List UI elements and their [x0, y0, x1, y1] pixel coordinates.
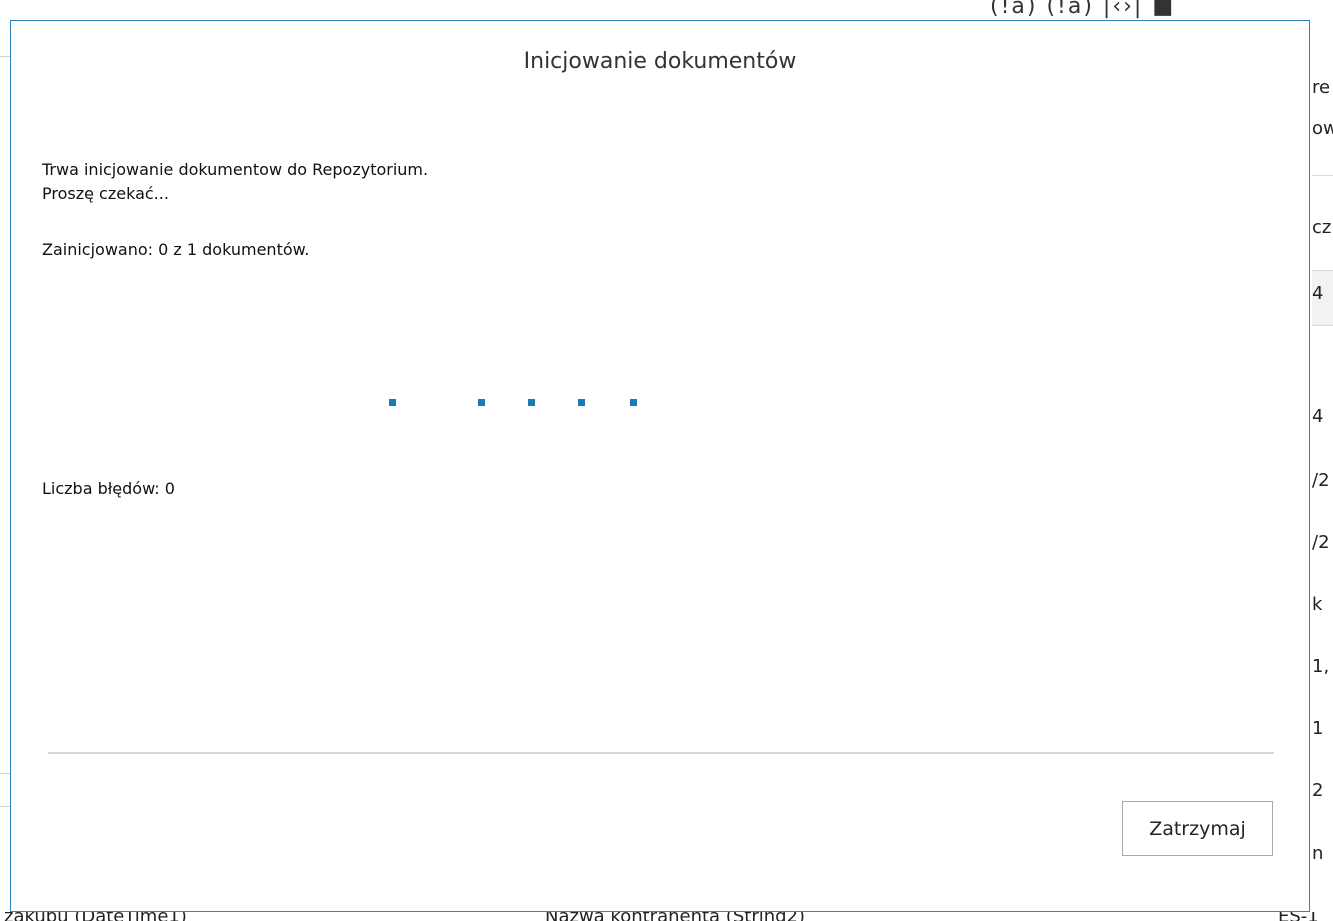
- background-grid-header: zakupu (DateTime1) Nazwa kontrahenta (St…: [0, 912, 1333, 921]
- progress-count-text: Zainicjowano: 0 z 1 dokumentów.: [42, 240, 310, 259]
- left-divider: [0, 773, 10, 774]
- grid-cell: ow: [1312, 118, 1333, 139]
- grid-cell: 1: [1312, 718, 1324, 739]
- grid-cell: n: [1312, 843, 1324, 864]
- column-header: ES-1: [1278, 912, 1319, 921]
- toolbar-icons: (!a) (!a) |‹›| ■: [990, 0, 1176, 19]
- column-header: Nazwa kontrahenta (String2): [545, 912, 805, 921]
- grid-cell: cz: [1312, 217, 1332, 238]
- column-header: zakupu (DateTime1): [4, 912, 187, 921]
- grid-line: [1312, 175, 1333, 176]
- grid-line: [1312, 270, 1333, 271]
- left-divider: [0, 56, 10, 57]
- grid-cell: 4: [1312, 406, 1324, 427]
- grid-line: [1312, 325, 1333, 326]
- loading-dot: [630, 399, 637, 406]
- grid-cell: re: [1312, 77, 1331, 98]
- loading-indicator: [11, 399, 1309, 407]
- loading-dot: [528, 399, 535, 406]
- status-message: Trwa inicjowanie dokumentow do Repozytor…: [42, 160, 429, 179]
- grid-cell: 4: [1312, 283, 1324, 304]
- initialize-documents-dialog: Inicjowanie dokumentów Trwa inicjowanie …: [10, 20, 1310, 912]
- grid-cell: /2: [1312, 470, 1330, 491]
- stop-button[interactable]: Zatrzymaj: [1122, 801, 1273, 856]
- left-divider: [0, 806, 10, 807]
- wait-message: Proszę czekać...: [42, 184, 169, 203]
- dialog-title: Inicjowanie dokumentów: [523, 49, 797, 74]
- footer-divider: [48, 752, 1274, 754]
- grid-cell: k: [1312, 594, 1323, 615]
- grid-cell: 2: [1312, 780, 1324, 801]
- loading-dot: [389, 399, 396, 406]
- loading-dot: [478, 399, 485, 406]
- background-grid-column: re ow cz 4 4 /2 /2 k 1, 1 2 n: [1312, 0, 1333, 921]
- grid-cell: /2: [1312, 532, 1330, 553]
- error-count-text: Liczba błędów: 0: [42, 479, 175, 498]
- grid-cell: 1,: [1312, 656, 1330, 677]
- loading-dot: [578, 399, 585, 406]
